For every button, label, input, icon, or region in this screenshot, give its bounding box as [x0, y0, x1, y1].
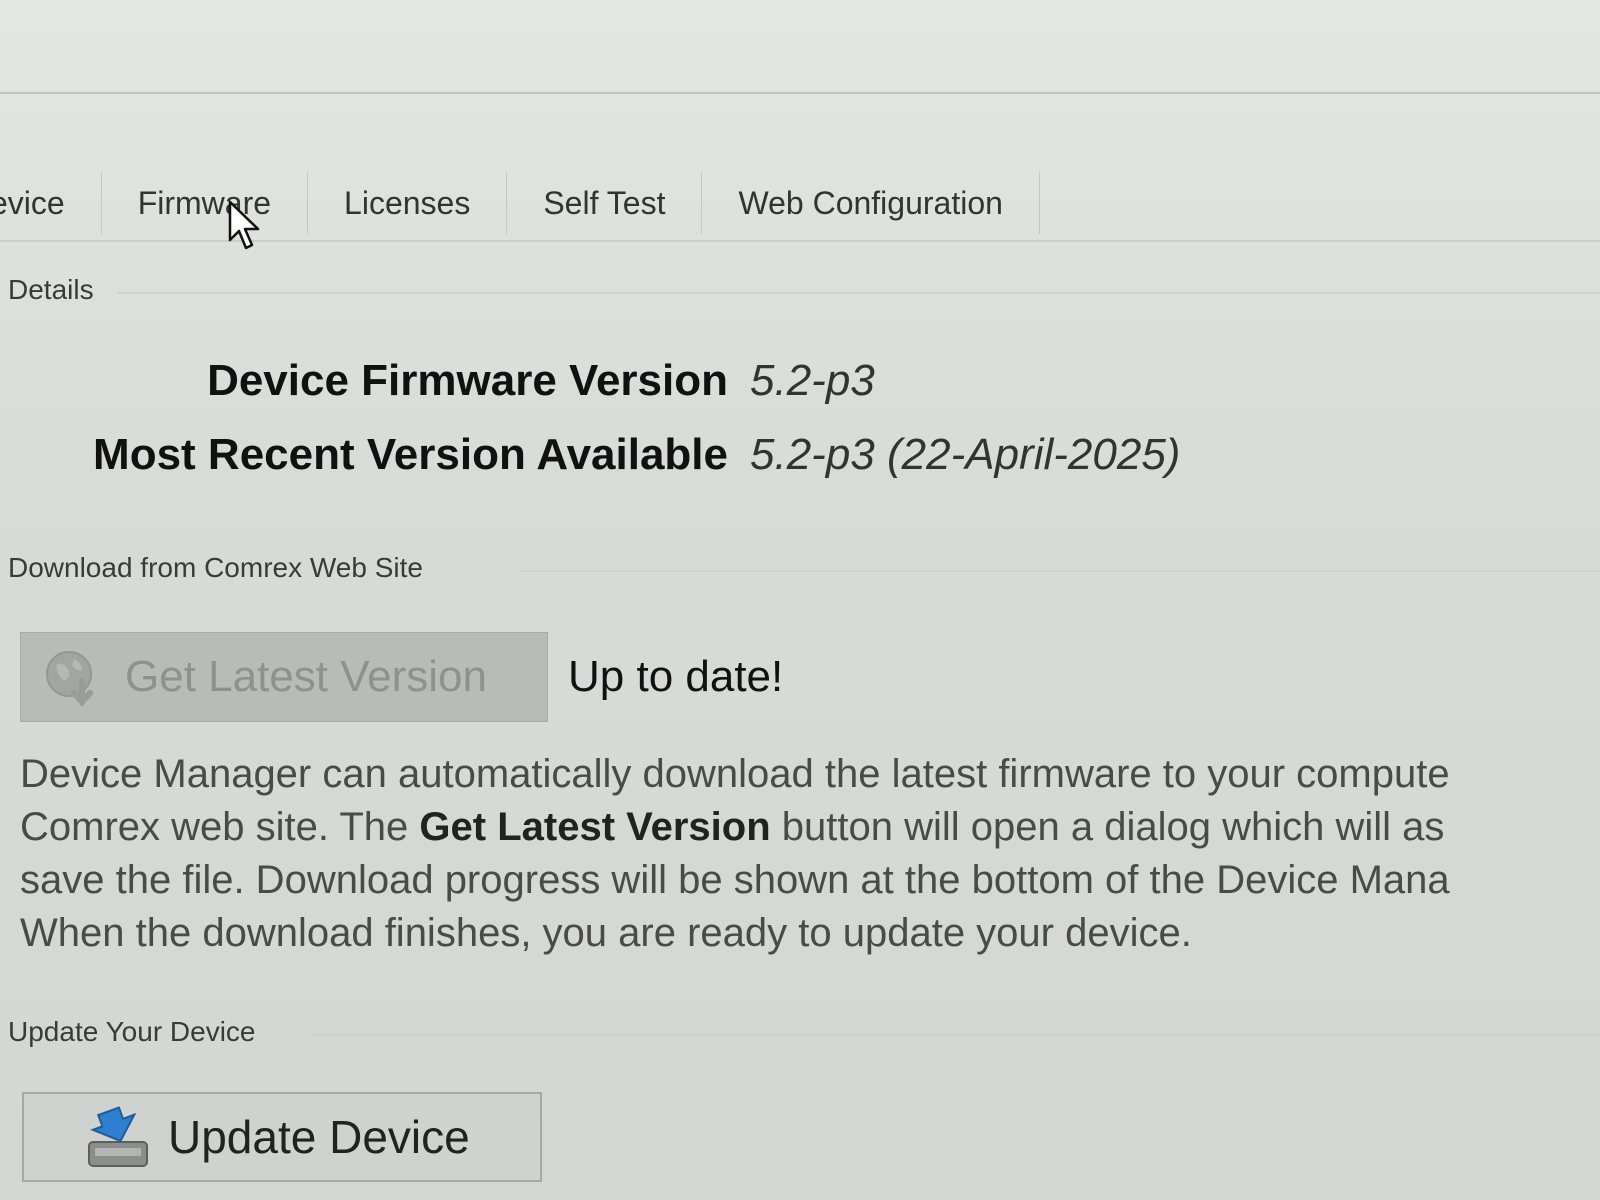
update-status-text: Up to date!: [568, 652, 784, 701]
mouse-pointer-icon: [228, 200, 260, 250]
details-group-label: Details: [8, 274, 94, 305]
tab-bar: evice Firmware Licenses Self Test Web Co…: [0, 168, 1040, 238]
recent-version-row: Most Recent Version Available 5.2-p3 (22…: [20, 430, 1180, 480]
firmware-version-value: 5.2-p3: [750, 356, 875, 405]
description-line: save the file. Download progress will be…: [20, 858, 1450, 902]
get-latest-version-label: Get Latest Version: [125, 652, 487, 701]
download-description: Device Manager can automatically downloa…: [20, 748, 1590, 960]
description-line: Comrex web site. The Get Latest Version …: [20, 805, 1445, 849]
download-group-rule: [520, 570, 1600, 572]
globe-download-icon: [37, 642, 107, 712]
description-line: When the download finishes, you are read…: [20, 911, 1192, 955]
recent-version-label: Most Recent Version Available: [93, 430, 728, 479]
tab-self-test[interactable]: Self Test: [507, 172, 703, 234]
recent-version-value: 5.2-p3 (22-April-2025): [750, 430, 1181, 479]
update-device-icon: [80, 1099, 156, 1175]
tab-firmware[interactable]: Firmware: [102, 172, 309, 234]
update-group-rule: [312, 1034, 1600, 1036]
details-group-rule: [118, 292, 1600, 294]
update-device-button[interactable]: Update Device: [22, 1092, 542, 1182]
get-latest-version-button[interactable]: Get Latest Version: [20, 632, 548, 722]
firmware-version-label: Device Firmware Version: [207, 356, 728, 405]
tab-device[interactable]: evice: [0, 172, 102, 234]
update-device-label: Update Device: [168, 1111, 470, 1163]
download-group-label: Download from Comrex Web Site: [8, 552, 423, 583]
description-line: Device Manager can automatically downloa…: [20, 752, 1450, 796]
top-divider: [0, 92, 1600, 94]
tab-web-configuration[interactable]: Web Configuration: [702, 172, 1040, 234]
update-group-label: Update Your Device: [8, 1016, 256, 1047]
firmware-version-row: Device Firmware Version 5.2-p3: [20, 356, 875, 406]
firmware-screen: evice Firmware Licenses Self Test Web Co…: [0, 0, 1600, 1200]
tab-licenses[interactable]: Licenses: [308, 172, 508, 234]
